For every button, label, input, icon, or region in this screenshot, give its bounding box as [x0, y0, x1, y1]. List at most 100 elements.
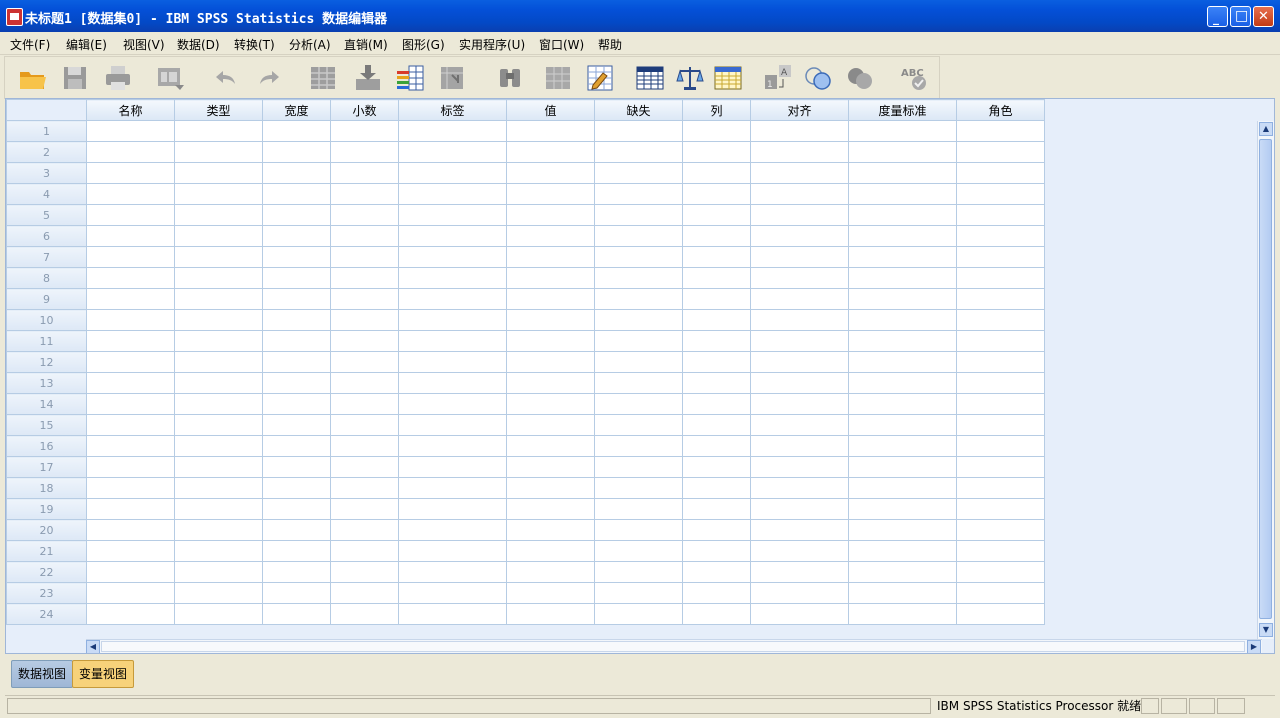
- grid-cell[interactable]: [86, 267, 175, 289]
- grid-cell[interactable]: [330, 582, 399, 604]
- grid-cell[interactable]: [174, 393, 263, 415]
- table-row[interactable]: 10: [6, 309, 1045, 331]
- column-header-measure[interactable]: 度量标准: [848, 99, 957, 121]
- grid-cell[interactable]: [682, 435, 751, 457]
- grid-cell[interactable]: [174, 120, 263, 142]
- grid-cell[interactable]: [506, 456, 595, 478]
- table-row[interactable]: 7: [6, 246, 1045, 268]
- grid-cell[interactable]: [174, 603, 263, 625]
- grid-cell[interactable]: [682, 225, 751, 247]
- scroll-left-arrow[interactable]: ◀: [86, 640, 100, 653]
- grid-cell[interactable]: [750, 540, 849, 562]
- row-number[interactable]: 13: [6, 372, 87, 394]
- grid-cell[interactable]: [86, 288, 175, 310]
- grid-cell[interactable]: [330, 561, 399, 583]
- grid-cell[interactable]: [174, 498, 263, 520]
- row-number[interactable]: 12: [6, 351, 87, 373]
- grid-cell[interactable]: [848, 141, 957, 163]
- grid-cell[interactable]: [682, 540, 751, 562]
- grid-cell[interactable]: [956, 183, 1045, 205]
- grid-cell[interactable]: [174, 351, 263, 373]
- grid-cell[interactable]: [682, 162, 751, 184]
- grid-cell[interactable]: [86, 141, 175, 163]
- dialog-recall-icon[interactable]: [155, 63, 185, 93]
- grid-cell[interactable]: [506, 561, 595, 583]
- grid-cell[interactable]: [682, 372, 751, 394]
- grid-cell[interactable]: [398, 246, 507, 268]
- grid-cell[interactable]: [848, 603, 957, 625]
- grid-cell[interactable]: [174, 582, 263, 604]
- grid-cell[interactable]: [682, 183, 751, 205]
- grid-cell[interactable]: [506, 477, 595, 499]
- grid-cell[interactable]: [174, 162, 263, 184]
- grid-cell[interactable]: [398, 477, 507, 499]
- table-row[interactable]: 17: [6, 456, 1045, 478]
- grid-cell[interactable]: [848, 372, 957, 394]
- row-number[interactable]: 15: [6, 414, 87, 436]
- grid-cell[interactable]: [506, 372, 595, 394]
- save-icon[interactable]: [60, 63, 90, 93]
- grid-cell[interactable]: [506, 393, 595, 415]
- grid-cell[interactable]: [86, 372, 175, 394]
- grid-cell[interactable]: [506, 246, 595, 268]
- grid-cell[interactable]: [848, 519, 957, 541]
- column-header-width[interactable]: 宽度: [262, 99, 331, 121]
- grid-cell[interactable]: [848, 540, 957, 562]
- grid-cell[interactable]: [594, 435, 683, 457]
- table-row[interactable]: 13: [6, 372, 1045, 394]
- goto-case-icon[interactable]: [308, 63, 338, 93]
- grid-cell[interactable]: [750, 477, 849, 499]
- row-number[interactable]: 21: [6, 540, 87, 562]
- grid-cell[interactable]: [594, 204, 683, 226]
- close-button[interactable]: ✕: [1253, 6, 1274, 27]
- grid-cell[interactable]: [594, 561, 683, 583]
- grid-cell[interactable]: [174, 561, 263, 583]
- row-number[interactable]: 11: [6, 330, 87, 352]
- column-header-columns[interactable]: 列: [682, 99, 751, 121]
- grid-cell[interactable]: [262, 288, 331, 310]
- spss-app-icon[interactable]: [6, 8, 23, 26]
- grid-cell[interactable]: [750, 204, 849, 226]
- grid-cell[interactable]: [174, 435, 263, 457]
- table-row[interactable]: 21: [6, 540, 1045, 562]
- grid-cell[interactable]: [330, 477, 399, 499]
- row-number[interactable]: 24: [6, 603, 87, 625]
- grid-cell[interactable]: [750, 582, 849, 604]
- grid-cell[interactable]: [174, 540, 263, 562]
- grid-cell[interactable]: [262, 330, 331, 352]
- menu-window[interactable]: 窗口(W): [539, 36, 584, 53]
- row-number[interactable]: 23: [6, 582, 87, 604]
- grid-cell[interactable]: [86, 603, 175, 625]
- grid-cell[interactable]: [750, 435, 849, 457]
- grid-cell[interactable]: [848, 204, 957, 226]
- grid-cell[interactable]: [174, 204, 263, 226]
- grid-cell[interactable]: [848, 267, 957, 289]
- grid-cell[interactable]: [506, 603, 595, 625]
- grid-cell[interactable]: [956, 330, 1045, 352]
- grid-cell[interactable]: [398, 141, 507, 163]
- grid-cell[interactable]: [398, 372, 507, 394]
- grid-cell[interactable]: [594, 225, 683, 247]
- horizontal-scrollbar[interactable]: ◀ ▶: [86, 639, 1262, 653]
- column-header-missing[interactable]: 缺失: [594, 99, 683, 121]
- table-row[interactable]: 23: [6, 582, 1045, 604]
- grid-cell[interactable]: [506, 267, 595, 289]
- title-bar[interactable]: 未标题1 [数据集0] - IBM SPSS Statistics 数据编辑器 …: [0, 0, 1280, 32]
- grid-cell[interactable]: [594, 477, 683, 499]
- column-header-label[interactable]: 标签: [398, 99, 507, 121]
- grid-cell[interactable]: [506, 141, 595, 163]
- table-row[interactable]: 4: [6, 183, 1045, 205]
- column-header-decimals[interactable]: 小数: [330, 99, 399, 121]
- grid-cell[interactable]: [594, 309, 683, 331]
- grid-cell[interactable]: [262, 162, 331, 184]
- table-row[interactable]: 20: [6, 519, 1045, 541]
- grid-cell[interactable]: [398, 582, 507, 604]
- grid-cell[interactable]: [398, 393, 507, 415]
- grid-cell[interactable]: [174, 225, 263, 247]
- grid-cell[interactable]: [594, 246, 683, 268]
- grid-cell[interactable]: [506, 309, 595, 331]
- grid-cell[interactable]: [848, 309, 957, 331]
- tab-variable-view[interactable]: 变量视图: [72, 660, 135, 688]
- grid-cell[interactable]: [848, 183, 957, 205]
- grid-cell[interactable]: [86, 246, 175, 268]
